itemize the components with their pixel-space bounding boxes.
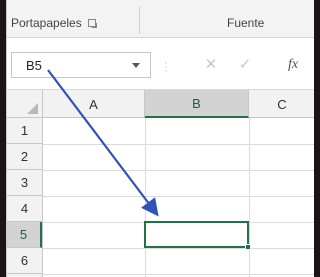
gridline [43, 248, 314, 249]
font-group: Fuente [227, 14, 264, 32]
cancel-icon[interactable]: ✕ [201, 55, 221, 75]
fill-handle[interactable] [245, 244, 251, 250]
spreadsheet-grid: A B C 1 2 3 4 5 6 [7, 90, 314, 277]
row-header-1[interactable]: 1 [7, 118, 42, 144]
chevron-down-icon[interactable] [132, 62, 140, 68]
select-all-icon [27, 103, 38, 114]
drag-handle-icon[interactable]: · · · [164, 56, 168, 76]
gridline [145, 118, 146, 277]
clipboard-group: Portapapeles [11, 14, 97, 32]
excel-window: Portapapeles Fuente B5 · · · ✕ ✓ fx A B C … [6, 0, 314, 277]
column-header-a[interactable]: A [43, 90, 145, 118]
font-group-label: Fuente [227, 16, 265, 30]
name-box-value[interactable]: B5 [12, 58, 132, 73]
row-header-4[interactable]: 4 [7, 196, 42, 222]
ribbon: Portapapeles Fuente [7, 0, 314, 38]
gridline [43, 196, 314, 197]
column-header-c[interactable]: C [249, 90, 314, 118]
gridline [249, 118, 250, 277]
column-header-b[interactable]: B [145, 90, 249, 118]
gridline [43, 144, 314, 145]
name-box[interactable]: B5 [11, 52, 151, 78]
gridline [43, 274, 314, 275]
formula-bar: B5 · · · ✕ ✓ fx [7, 38, 314, 90]
row-header-3[interactable]: 3 [7, 170, 42, 196]
select-all-button[interactable] [7, 90, 43, 118]
selected-cell-b5[interactable] [144, 221, 251, 250]
enter-icon[interactable]: ✓ [235, 55, 255, 75]
row-header-2[interactable]: 2 [7, 144, 42, 170]
column-headers: A B C [7, 90, 314, 118]
clipboard-group-label: Portapapeles [11, 16, 82, 30]
gridline [43, 170, 314, 171]
group-divider [139, 6, 140, 34]
row-header-6[interactable]: 6 [7, 248, 42, 274]
dialog-launcher-icon[interactable] [87, 19, 97, 28]
row-header-5[interactable]: 5 [7, 222, 42, 248]
row-headers: 1 2 3 4 5 6 [7, 118, 43, 277]
insert-function-button[interactable]: fx [283, 55, 303, 75]
